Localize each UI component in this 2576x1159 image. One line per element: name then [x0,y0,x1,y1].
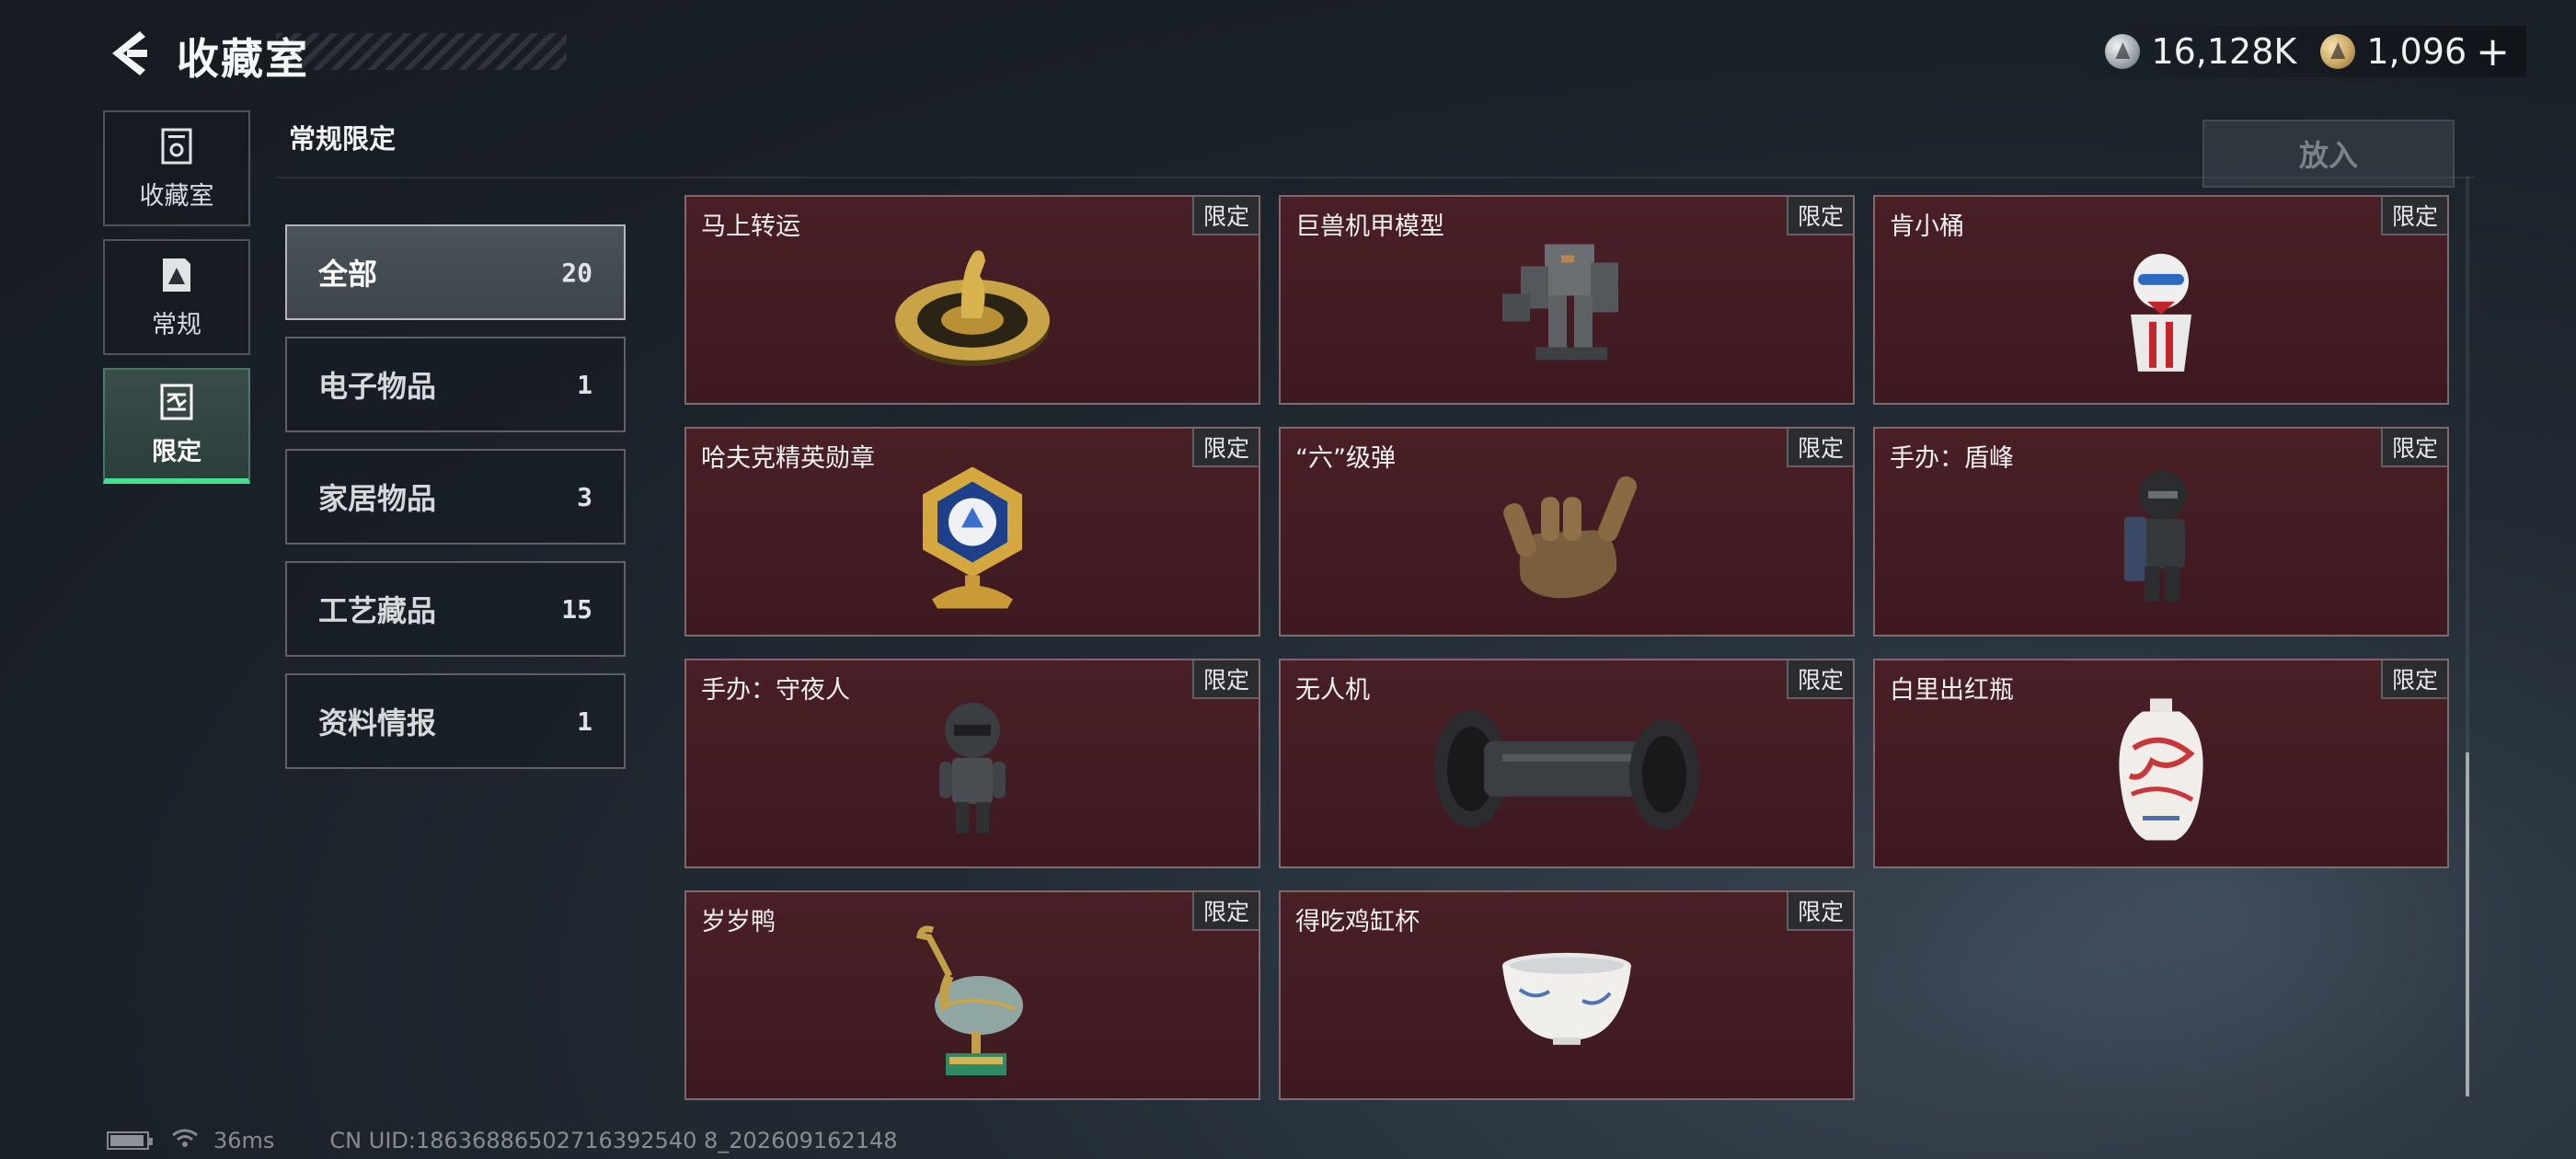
drone-icon [1429,697,1705,848]
category-name: 全部 [318,257,378,292]
item-name: 哈夫克精英勋章 [701,444,875,473]
item-name: 岁岁鸭 [701,908,776,936]
battery-icon [107,1131,153,1150]
silver-amount: 16,128K [2151,31,2297,72]
put-in-button[interactable]: 放入 [2202,120,2455,188]
nav-label: 收藏室 [139,181,214,211]
limited-tag: 限定 [1192,892,1259,931]
limited-tag: 限定 [1787,892,1853,931]
collection-room-icon [157,126,196,166]
item-card[interactable]: 肯小桶 限定 [1873,195,2449,405]
item-name: 手办：守夜人 [701,676,850,705]
item-name: 手办：盾峰 [1890,444,2014,473]
nav-item-limited[interactable]: 限定 [103,368,250,484]
silver-coin-icon [2105,34,2141,69]
gold-coin-icon [2320,34,2356,69]
nav-label: 常规 [152,310,201,339]
category-household[interactable]: 家居物品 3 [285,449,626,545]
item-name: 白里出红瓶 [1890,676,2014,705]
currency-silver: 16,128K [2105,31,2296,72]
category-count: 3 [577,481,592,512]
left-nav: 收藏室 常规 限定 [103,110,250,497]
section-title: 常规限定 [289,123,397,155]
item-card[interactable]: 手办：盾峰 限定 [1873,427,2449,637]
category-count: 1 [577,369,592,400]
status-footer: 36ms CN UID:18636886502716392540 8_20260… [107,1128,898,1153]
back-arrow-icon[interactable] [103,26,158,81]
item-card[interactable]: 无人机 限定 [1279,659,1855,868]
category-name: 家居物品 [318,481,437,516]
item-card[interactable]: 马上转运 限定 [684,195,1260,405]
ping-text: 36ms [213,1128,275,1153]
category-all[interactable]: 全部 20 [285,224,626,320]
regular-icon [157,255,196,295]
category-electronics[interactable]: 电子物品 1 [285,337,626,432]
bronze-duck-icon [913,921,1032,1090]
limited-tag: 限定 [1787,197,1853,235]
category-count: 1 [577,706,592,737]
shield-figure-icon [2115,465,2207,616]
item-card[interactable]: 得吃鸡缸杯 限定 [1279,890,1855,1100]
item-name: 肯小桶 [1890,212,1964,241]
item-card[interactable]: 白里出红瓶 限定 [1873,659,2449,868]
currency-bar: 16,128K 1,096 + [2064,26,2526,77]
item-name: 巨兽机甲模型 [1295,212,1444,241]
item-name: 无人机 [1295,676,1370,705]
item-card[interactable]: “六”级弹 限定 [1279,427,1855,637]
item-card[interactable]: 巨兽机甲模型 限定 [1279,195,1855,405]
category-intel[interactable]: 资料情报 1 [285,673,626,769]
add-currency-button[interactable]: + [2476,29,2510,75]
category-name: 资料情报 [318,706,437,740]
title-decoration [276,33,567,70]
item-card[interactable]: 岁岁鸭 限定 [684,890,1260,1100]
limited-tag: 限定 [2381,660,2447,699]
category-list: 全部 20 电子物品 1 家居物品 3 工艺藏品 15 资料情报 1 [285,224,626,786]
item-name: 马上转运 [701,212,800,241]
item-card[interactable]: 哈夫克精英勋章 限定 [684,427,1260,637]
item-grid: 马上转运 限定 巨兽机甲模型 限定 肯小桶 限定 哈夫克精英勋章 限定 “六”级… [684,195,2451,1100]
porcelain-vase-icon [2106,693,2216,853]
nav-item-regular[interactable]: 常规 [103,239,250,355]
wifi-icon [171,1128,199,1153]
currency-gold: 1,096 + [2320,29,2510,75]
item-card[interactable]: 手办：守夜人 限定 [684,659,1260,868]
limited-tag: 限定 [1787,429,1853,467]
nav-label: 限定 [152,437,201,466]
category-crafts[interactable]: 工艺藏品 15 [285,561,626,657]
mech-model-icon [1484,229,1650,389]
category-count: 15 [561,593,592,625]
category-count: 20 [561,257,592,288]
limited-icon [157,382,196,422]
grid-scrollbar-thumb[interactable] [2466,752,2469,1096]
item-name: 得吃鸡缸杯 [1295,908,1420,936]
limited-tag: 限定 [1787,660,1853,699]
lucky-horse-disc-icon [890,234,1055,384]
limited-tag: 限定 [2381,197,2447,235]
page-title: 收藏室 [177,34,309,84]
porcelain-cup-icon [1498,949,1636,1054]
kfc-bucket-figure-icon [2110,234,2212,384]
limited-tag: 限定 [1192,197,1259,235]
nav-item-collection-room[interactable]: 收藏室 [103,110,250,226]
bullet-hand-sculpture-icon [1484,469,1650,611]
category-name: 工艺藏品 [318,593,437,628]
uid-text: CN UID:18636886502716392540 8_2026091621… [329,1128,898,1153]
limited-tag: 限定 [1192,429,1259,467]
limited-tag: 限定 [2381,429,2447,467]
section-divider [276,177,2475,178]
limited-tag: 限定 [1192,660,1259,699]
category-name: 电子物品 [318,369,437,404]
elite-medal-icon [908,461,1037,621]
nightwatch-figure-icon [926,697,1018,848]
item-name: “六”级弹 [1295,444,1396,473]
gold-amount: 1,096 [2366,31,2467,72]
